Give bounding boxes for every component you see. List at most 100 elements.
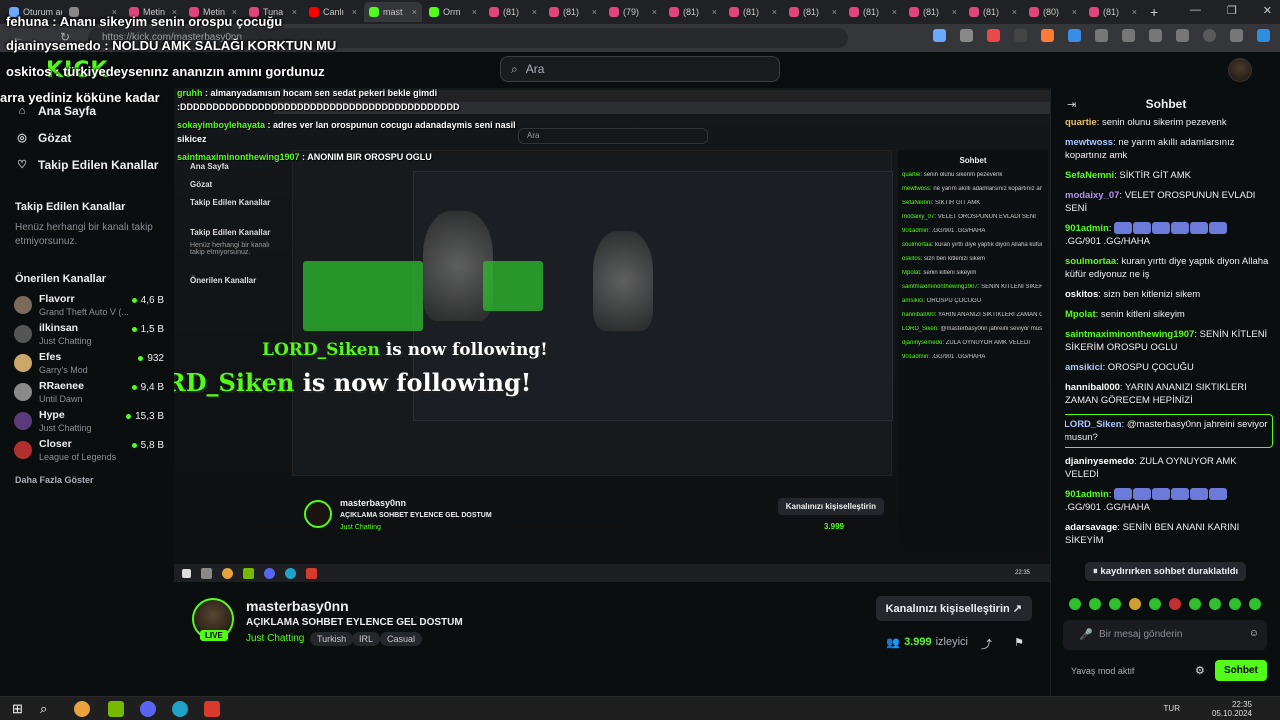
tab-close-icon[interactable]: ×: [892, 7, 897, 17]
chat-message[interactable]: amsikici: OROSPU ÇOCUĞU: [1065, 361, 1273, 374]
chat-username[interactable]: hannibal000: [1065, 382, 1120, 393]
maximize-icon[interactable]: ❐: [1227, 4, 1237, 17]
language-indicator[interactable]: TUR: [1164, 704, 1180, 713]
chat-message[interactable]: saintmaximinonthewing1907: SENİN KİTLENİ…: [1065, 328, 1273, 354]
nvidia-icon[interactable]: [108, 701, 124, 717]
menu-icon[interactable]: [1230, 29, 1243, 42]
tab-close-icon[interactable]: ×: [652, 7, 657, 17]
chat-message[interactable]: 901admin: .GG/901 .GG/HAHA: [1065, 222, 1273, 248]
recommended-channel[interactable]: ilkinsan Just Chatting 1,5 B: [14, 321, 164, 349]
edge-icon[interactable]: [172, 701, 188, 717]
search-input[interactable]: ⌕ Ara: [500, 56, 780, 82]
tab-close-icon[interactable]: ×: [1012, 7, 1017, 17]
tab-close-icon[interactable]: ×: [772, 7, 777, 17]
extension-icon[interactable]: [1068, 29, 1081, 42]
extension-icon[interactable]: [987, 29, 1000, 42]
tab-close-icon[interactable]: ×: [292, 7, 297, 17]
chat-message[interactable]: quartie: senin olunu sikerim pezevenk: [1065, 116, 1273, 129]
tab-close-icon[interactable]: ×: [832, 7, 837, 17]
emote-icon[interactable]: [1169, 598, 1181, 610]
browser-tab[interactable]: (81) ×: [784, 2, 842, 22]
chat-message[interactable]: modaixy_07: VELET OROSPUNUN EVLADI SENİ: [1065, 189, 1273, 215]
chat-username[interactable]: mewtwoss: [1065, 137, 1113, 148]
emote-icon[interactable]: [1229, 598, 1241, 610]
tab-close-icon[interactable]: ×: [1132, 7, 1137, 17]
extension-icon[interactable]: [1041, 29, 1054, 42]
chat-username[interactable]: quartie: [1065, 117, 1097, 128]
emote-icon[interactable]: [1069, 598, 1081, 610]
chat-username[interactable]: soulmortaa: [1065, 256, 1116, 267]
chat-message[interactable]: Mpolat: senin kitleni sikeyim: [1065, 308, 1273, 321]
emote-icon[interactable]: [1149, 598, 1161, 610]
chat-username[interactable]: amsikici: [1065, 362, 1103, 373]
sidebar-item-browse[interactable]: ◎ Gözat: [16, 131, 71, 145]
recommended-channel[interactable]: RRaenee Until Dawn 9,4 B: [14, 379, 164, 407]
chat-username[interactable]: SefaNemni: [1065, 170, 1114, 181]
copilot-icon[interactable]: [1257, 29, 1270, 42]
recommended-channel[interactable]: Hype Just Chatting 15,3 B: [14, 408, 164, 436]
send-button[interactable]: Sohbet: [1215, 660, 1267, 681]
browser-tab[interactable]: (81) ×: [664, 2, 722, 22]
stream-tag[interactable]: IRL: [352, 632, 381, 646]
chat-username[interactable]: oskitos: [1065, 289, 1098, 300]
browser-tab[interactable]: (81) ×: [724, 2, 782, 22]
app-icon[interactable]: [204, 701, 220, 717]
recommended-channel[interactable]: Efes Garry's Mod 932: [14, 350, 164, 378]
tab-close-icon[interactable]: ×: [532, 7, 537, 17]
chat-message[interactable]: adarsavage: SENİN BEN ANANI KARINI SİKEY…: [1065, 521, 1273, 547]
browser-tab[interactable]: (81) ×: [484, 2, 542, 22]
emoji-icon[interactable]: ☺: [1249, 628, 1259, 639]
browser-tab[interactable]: (81) ×: [844, 2, 902, 22]
chat-paused-indicator[interactable]: ⏸ kaydırırken sohbet duraklatıldı: [1085, 562, 1247, 581]
customize-channel-button[interactable]: Kanalınızı kişiselleştirin ↗: [875, 596, 1032, 621]
profile-icon[interactable]: [1203, 29, 1216, 42]
chat-message[interactable]: LORD_Siken: @masterbasy0nn jahreini sevi…: [1065, 414, 1273, 448]
chat-message[interactable]: mewtwoss: ne yarım akıllı adamlarsınız k…: [1065, 136, 1273, 162]
user-avatar[interactable]: [1228, 58, 1252, 82]
browser-tab[interactable]: (79) ×: [604, 2, 662, 22]
emote-icon[interactable]: [1209, 598, 1221, 610]
stream-tag[interactable]: Casual: [380, 632, 423, 646]
split-icon[interactable]: [1122, 29, 1135, 42]
sidebar-item-following[interactable]: ♡ Takip Edilen Kanallar: [16, 158, 158, 172]
favorites-icon[interactable]: [1149, 29, 1162, 42]
system-clock[interactable]: 22:35 05.10.2024: [1212, 700, 1252, 718]
share-icon[interactable]: ⤴: [981, 636, 992, 652]
chat-message[interactable]: soulmortaa: kuran yırttı diye yaptık diy…: [1065, 255, 1273, 281]
chat-username[interactable]: 901admin: [1065, 223, 1109, 234]
streamer-name[interactable]: masterbasy0nn: [246, 598, 349, 614]
tab-close-icon[interactable]: ×: [352, 7, 357, 17]
gear-icon[interactable]: ⚙: [1195, 664, 1205, 677]
chat-username[interactable]: LORD_Siken: [1065, 419, 1122, 430]
recommended-channel[interactable]: Flavorr Grand Theft Auto V (... 4,6 B: [14, 292, 164, 320]
browser-tab[interactable]: (81) ×: [1084, 2, 1142, 22]
extension-icon[interactable]: [960, 29, 973, 42]
chat-message[interactable]: 901admin: .GG/901 .GG/HAHA: [1065, 488, 1273, 514]
chat-username[interactable]: djaninysemedo: [1065, 456, 1134, 467]
chat-message[interactable]: djaninysemedo: ZULA OYNUYOR AMK VELEDİ: [1065, 455, 1273, 481]
recommended-channel[interactable]: Closer League of Legends 5,8 B: [14, 437, 164, 465]
chat-message[interactable]: oskitos: sizn ben kitlenizi sikem: [1065, 288, 1273, 301]
tab-close-icon[interactable]: ×: [952, 7, 957, 17]
sidebar-item-home[interactable]: ⌂ Ana Sayfa: [16, 104, 96, 118]
emote-icon[interactable]: [1109, 598, 1121, 610]
search-icon[interactable]: ⌕: [40, 701, 56, 717]
browser-tab[interactable]: (81) ×: [904, 2, 962, 22]
user-plus-icon[interactable]: ⚑: [1014, 636, 1024, 649]
tab-close-icon[interactable]: ×: [712, 7, 717, 17]
extension-icon[interactable]: [1014, 29, 1027, 42]
tab-close-icon[interactable]: ×: [1072, 7, 1077, 17]
chat-username[interactable]: 901admin: [1065, 489, 1109, 500]
browser-tab[interactable]: Orm ×: [424, 2, 482, 22]
tab-close-icon[interactable]: ×: [412, 7, 417, 17]
chat-username[interactable]: adarsavage: [1065, 522, 1117, 533]
new-tab-button[interactable]: +: [1144, 4, 1164, 20]
browser-tab[interactable]: Canlı ×: [304, 2, 362, 22]
emote-icon[interactable]: [1189, 598, 1201, 610]
chat-username[interactable]: Mpolat: [1065, 309, 1096, 320]
browser-tab[interactable]: (80) ×: [1024, 2, 1082, 22]
minimize-icon[interactable]: —: [1190, 4, 1201, 17]
chat-username[interactable]: saintmaximinonthewing1907: [1065, 329, 1194, 340]
tab-close-icon[interactable]: ×: [472, 7, 477, 17]
extensions-icon[interactable]: [1095, 29, 1108, 42]
